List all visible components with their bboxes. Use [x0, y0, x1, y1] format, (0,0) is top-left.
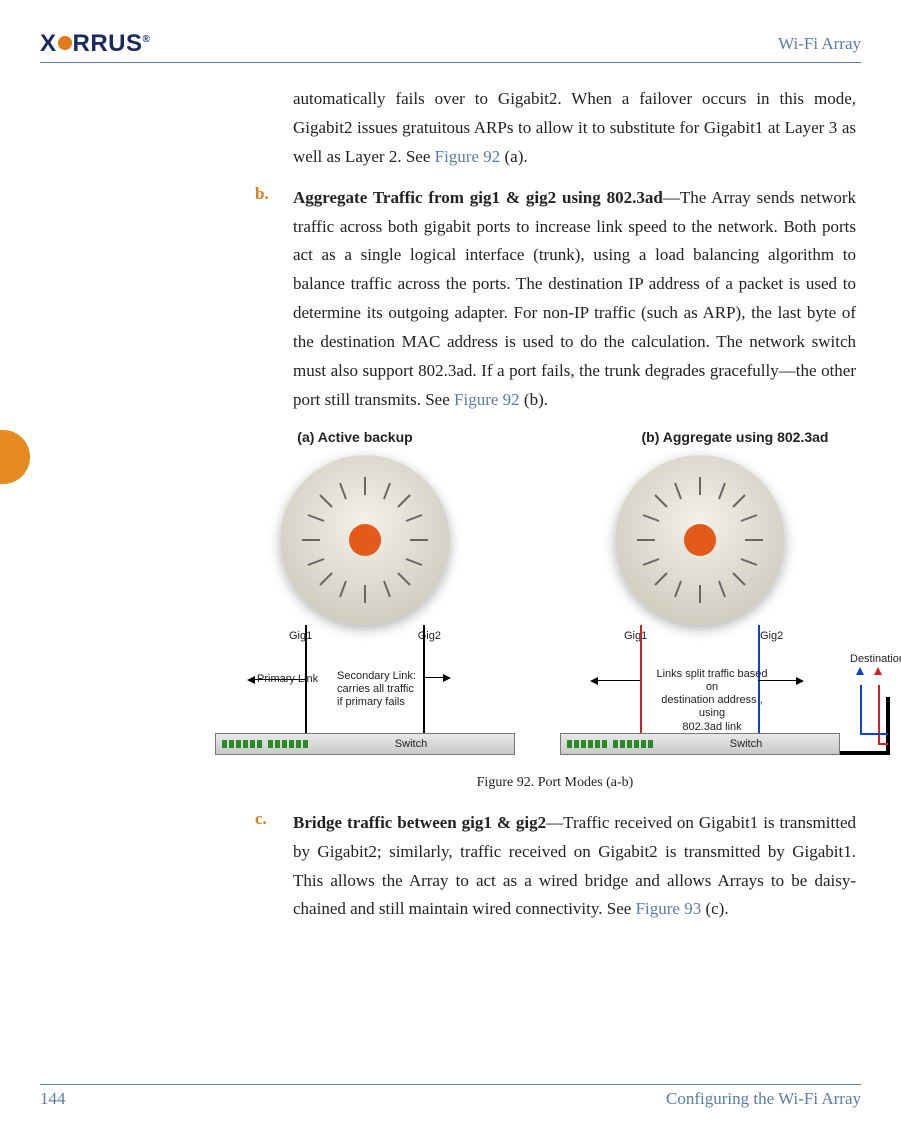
- diagram-a: Gig1 Gig2 Primary Link Secondary Link: c…: [215, 455, 515, 765]
- item-c-letter: c.: [255, 809, 275, 925]
- gig1-label-b: Gig1: [624, 630, 647, 642]
- figure-titles: (a) Active backup (b) Aggregate using 80…: [215, 429, 895, 445]
- arrow-right-icon: [443, 674, 451, 682]
- gig2-label-b: Gig2: [760, 630, 783, 642]
- list-item-b: b. Aggregate Traffic from gig1 & gig2 us…: [255, 184, 856, 415]
- page-footer: 144 Configuring the Wi-Fi Array: [40, 1084, 861, 1109]
- item-b-title: Aggregate Traffic from gig1 & gig2 using…: [293, 188, 663, 207]
- content-after-figure: c. Bridge traffic between gig1 & gig2—Tr…: [255, 809, 856, 925]
- item-c-end: (c).: [701, 899, 728, 918]
- item-b-dash: —: [663, 188, 680, 207]
- item-b-text: The Array sends network traffic across b…: [293, 188, 856, 409]
- logo: XRRUS®: [40, 30, 150, 58]
- item-c-body: Bridge traffic between gig1 & gig2—Traff…: [293, 809, 856, 925]
- diagram-row: Gig1 Gig2 Primary Link Secondary Link: c…: [215, 455, 895, 765]
- split-l2: destination address , using: [661, 694, 763, 719]
- switch-a: Switch: [215, 733, 515, 755]
- item-c-title: Bridge traffic between gig1 & gig2: [293, 813, 546, 832]
- arrow-line-secondary: [423, 677, 443, 678]
- split-l1: Links split traffic based on: [656, 668, 767, 693]
- item-c-dash: —: [546, 813, 563, 832]
- figure-title-a: (a) Active backup: [215, 429, 495, 445]
- trunk-red-branch: [878, 743, 888, 745]
- item-b-body: Aggregate Traffic from gig1 & gig2 using…: [293, 184, 856, 415]
- arrow-right-icon: [796, 677, 804, 685]
- page-body: XRRUS® Wi-Fi Array automatically fails o…: [0, 0, 901, 1137]
- logo-text: XRRUS®: [40, 30, 150, 58]
- gig2-label-a: Gig2: [418, 630, 441, 642]
- figure-caption: Figure 92. Port Modes (a-b): [215, 775, 895, 791]
- dest-arrow-blue-icon: [856, 667, 864, 675]
- switch-label-b: Switch: [653, 738, 839, 750]
- page-header: XRRUS® Wi-Fi Array: [40, 30, 861, 63]
- figure-92-link-b[interactable]: Figure 92: [454, 390, 520, 409]
- secondary-l2: carries all traffic: [337, 683, 414, 695]
- page-number: 144: [40, 1089, 66, 1109]
- primary-link-label: Primary Link: [257, 673, 318, 686]
- logo-reg: ®: [143, 34, 151, 45]
- item-b-letter: b.: [255, 184, 275, 415]
- arrow-line-left-b: [598, 680, 640, 681]
- paragraph-a-continued: automatically fails over to Gigabit2. Wh…: [293, 85, 856, 172]
- wifi-array-icon: [615, 455, 785, 625]
- dest-line-blue: [860, 685, 862, 733]
- secondary-l1: Secondary Link:: [337, 670, 416, 682]
- figure-92-link-a[interactable]: Figure 92: [435, 147, 501, 166]
- figure-title-b: (b) Aggregate using 802.3ad: [585, 429, 885, 445]
- figure-93-link[interactable]: Figure 93: [636, 899, 702, 918]
- switch-ports-icon: [567, 740, 653, 748]
- header-title: Wi-Fi Array: [778, 34, 861, 54]
- gig1-label-a: Gig1: [289, 630, 312, 642]
- arrow-left-icon: [247, 676, 255, 684]
- figure-92: (a) Active backup (b) Aggregate using 80…: [215, 429, 895, 791]
- trunk-line: [840, 751, 890, 755]
- destinations-label: Destinations: [850, 653, 901, 666]
- main-content: automatically fails over to Gigabit2. Wh…: [255, 85, 856, 415]
- arrow-line-right-b: [758, 680, 796, 681]
- dest-arrow-red-icon: [874, 667, 882, 675]
- trunk-vert: [886, 697, 890, 755]
- arrow-left-icon: [590, 677, 598, 685]
- switch-ports-icon: [222, 740, 308, 748]
- wifi-array-icon: [280, 455, 450, 625]
- list-item-c: c. Bridge traffic between gig1 & gig2—Tr…: [255, 809, 856, 925]
- wire-secondary: [423, 625, 425, 733]
- footer-title: Configuring the Wi-Fi Array: [666, 1089, 861, 1109]
- trunk-blue-branch: [860, 733, 888, 735]
- para-a-text: automatically fails over to Gigabit2. Wh…: [293, 89, 856, 166]
- secondary-link-label: Secondary Link: carries all traffic if p…: [337, 670, 416, 710]
- switch-label-a: Switch: [308, 738, 514, 750]
- diagram-b: Gig1 Gig2 Links split traffic based on d…: [560, 455, 890, 765]
- wire-gig1-red: [640, 625, 642, 733]
- secondary-l3: if primary fails: [337, 696, 405, 708]
- para-a-end: (a).: [500, 147, 527, 166]
- switch-b: Switch: [560, 733, 840, 755]
- item-b-end: (b).: [520, 390, 548, 409]
